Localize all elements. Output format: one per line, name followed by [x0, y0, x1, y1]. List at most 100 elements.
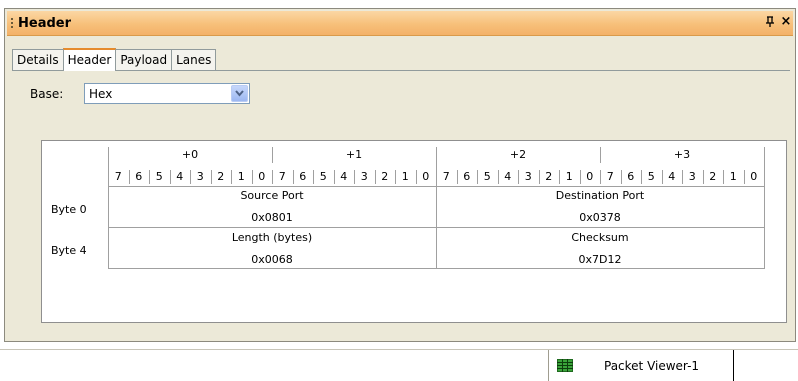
close-icon[interactable]: ×	[780, 15, 792, 29]
bit-label: 3	[688, 170, 696, 183]
chevron-down-icon[interactable]	[231, 85, 248, 102]
grid-line	[313, 170, 314, 184]
document-tab-label: Packet Viewer-1	[604, 359, 700, 373]
grid-line	[292, 170, 294, 184]
bit-label: 6	[299, 170, 307, 183]
grid-line	[538, 170, 540, 184]
bit-label: 0	[750, 170, 758, 183]
app-root: Header × Details Header Payload Lanes Ba…	[0, 0, 798, 381]
grid-line	[108, 227, 765, 228]
panel-title: Header	[18, 16, 72, 31]
bit-label: 0	[258, 170, 266, 183]
bit-label: 5	[319, 170, 327, 183]
grid-line	[149, 170, 150, 184]
grid-line	[231, 170, 232, 184]
bit-label: 4	[504, 170, 512, 183]
bit-label: 7	[606, 170, 614, 183]
base-label: Base:	[30, 87, 64, 101]
grid-line	[764, 147, 765, 268]
grid-line	[272, 170, 273, 184]
grid-line	[169, 170, 171, 184]
header-panel: Header × Details Header Payload Lanes Ba…	[4, 8, 796, 342]
grid-table-icon	[557, 359, 573, 372]
grid-line	[600, 170, 601, 184]
tab-bar: Details Header Payload Lanes	[12, 48, 217, 71]
field-name: Length (bytes)	[231, 231, 313, 244]
field-value[interactable]: 0x0068	[108, 253, 436, 266]
grid-line	[743, 170, 745, 184]
grid-line	[190, 170, 191, 184]
top-strip	[0, 0, 798, 8]
bit-label: 4	[668, 170, 676, 183]
grid-line	[702, 170, 704, 184]
grid-line	[108, 147, 109, 268]
grid-line	[395, 170, 396, 184]
panel-titlebar[interactable]: Header ×	[7, 11, 793, 36]
bit-label: 2	[545, 170, 553, 183]
bit-label: 4	[176, 170, 184, 183]
bit-label: 7	[114, 170, 122, 183]
drag-grip-icon[interactable]	[11, 18, 13, 30]
grid-line	[661, 170, 663, 184]
bit-label: 7	[278, 170, 286, 183]
grid-line	[436, 147, 437, 268]
bit-label: 1	[237, 170, 245, 183]
grid-line	[518, 170, 519, 184]
field-value[interactable]: 0x0378	[436, 211, 764, 224]
bit-label: 5	[483, 170, 491, 183]
base-select-value: Hex	[89, 87, 113, 101]
base-select[interactable]: Hex	[84, 83, 250, 104]
offset-label: +2	[509, 148, 527, 161]
grid-line	[108, 186, 765, 187]
bit-label: 3	[360, 170, 368, 183]
bit-label: 7	[442, 170, 450, 183]
bit-label: 0	[586, 170, 594, 183]
bit-label: 2	[381, 170, 389, 183]
field-name: Checksum	[571, 231, 629, 244]
grid-line	[374, 170, 376, 184]
row-label-byte4: Byte 4	[51, 244, 87, 257]
bit-label: 3	[524, 170, 532, 183]
tab-header[interactable]: Header	[62, 48, 117, 71]
bit-label: 1	[401, 170, 409, 183]
grid-line	[456, 170, 458, 184]
grid-line	[579, 170, 581, 184]
row-label-byte0: Byte 0	[51, 203, 87, 216]
bit-label: 6	[627, 170, 635, 183]
field-name: Destination Port	[555, 189, 645, 202]
field-name: Source Port	[240, 189, 304, 202]
offset-label: +3	[673, 148, 691, 161]
header-bit-grid: +0 +1 +2 +3 7654321076543210765432107654…	[41, 140, 787, 323]
grid-line	[620, 170, 622, 184]
bit-label: 6	[135, 170, 143, 183]
tab-details[interactable]: Details	[12, 49, 64, 70]
tab-lanes[interactable]: Lanes	[171, 49, 217, 70]
grid-line	[682, 170, 683, 184]
grid-line	[559, 170, 560, 184]
grid-line	[600, 147, 601, 163]
grid-line	[477, 170, 478, 184]
field-value[interactable]: 0x7D12	[436, 253, 764, 266]
bit-label: 5	[155, 170, 163, 183]
grid-line	[210, 170, 212, 184]
grid-line	[723, 170, 724, 184]
bit-label: 6	[463, 170, 471, 183]
field-value[interactable]: 0x0801	[108, 211, 436, 224]
grid-line	[128, 170, 130, 184]
offset-label: +1	[345, 148, 363, 161]
grid-line	[333, 170, 335, 184]
tab-content: Base: Hex +0 +1 +2 +3 765432107654321076…	[14, 71, 789, 337]
document-tab-packet-viewer[interactable]: Packet Viewer-1	[548, 350, 734, 381]
bit-label: 5	[647, 170, 655, 183]
grid-line	[415, 170, 417, 184]
grid-line	[497, 170, 499, 184]
grid-line	[641, 170, 642, 184]
grid-line	[108, 268, 765, 269]
bit-label: 0	[422, 170, 430, 183]
bit-label: 2	[217, 170, 225, 183]
grid-line	[354, 170, 355, 184]
bit-label: 1	[729, 170, 737, 183]
pin-icon[interactable]	[764, 16, 776, 30]
tab-payload[interactable]: Payload	[115, 49, 173, 70]
bit-label: 1	[565, 170, 573, 183]
